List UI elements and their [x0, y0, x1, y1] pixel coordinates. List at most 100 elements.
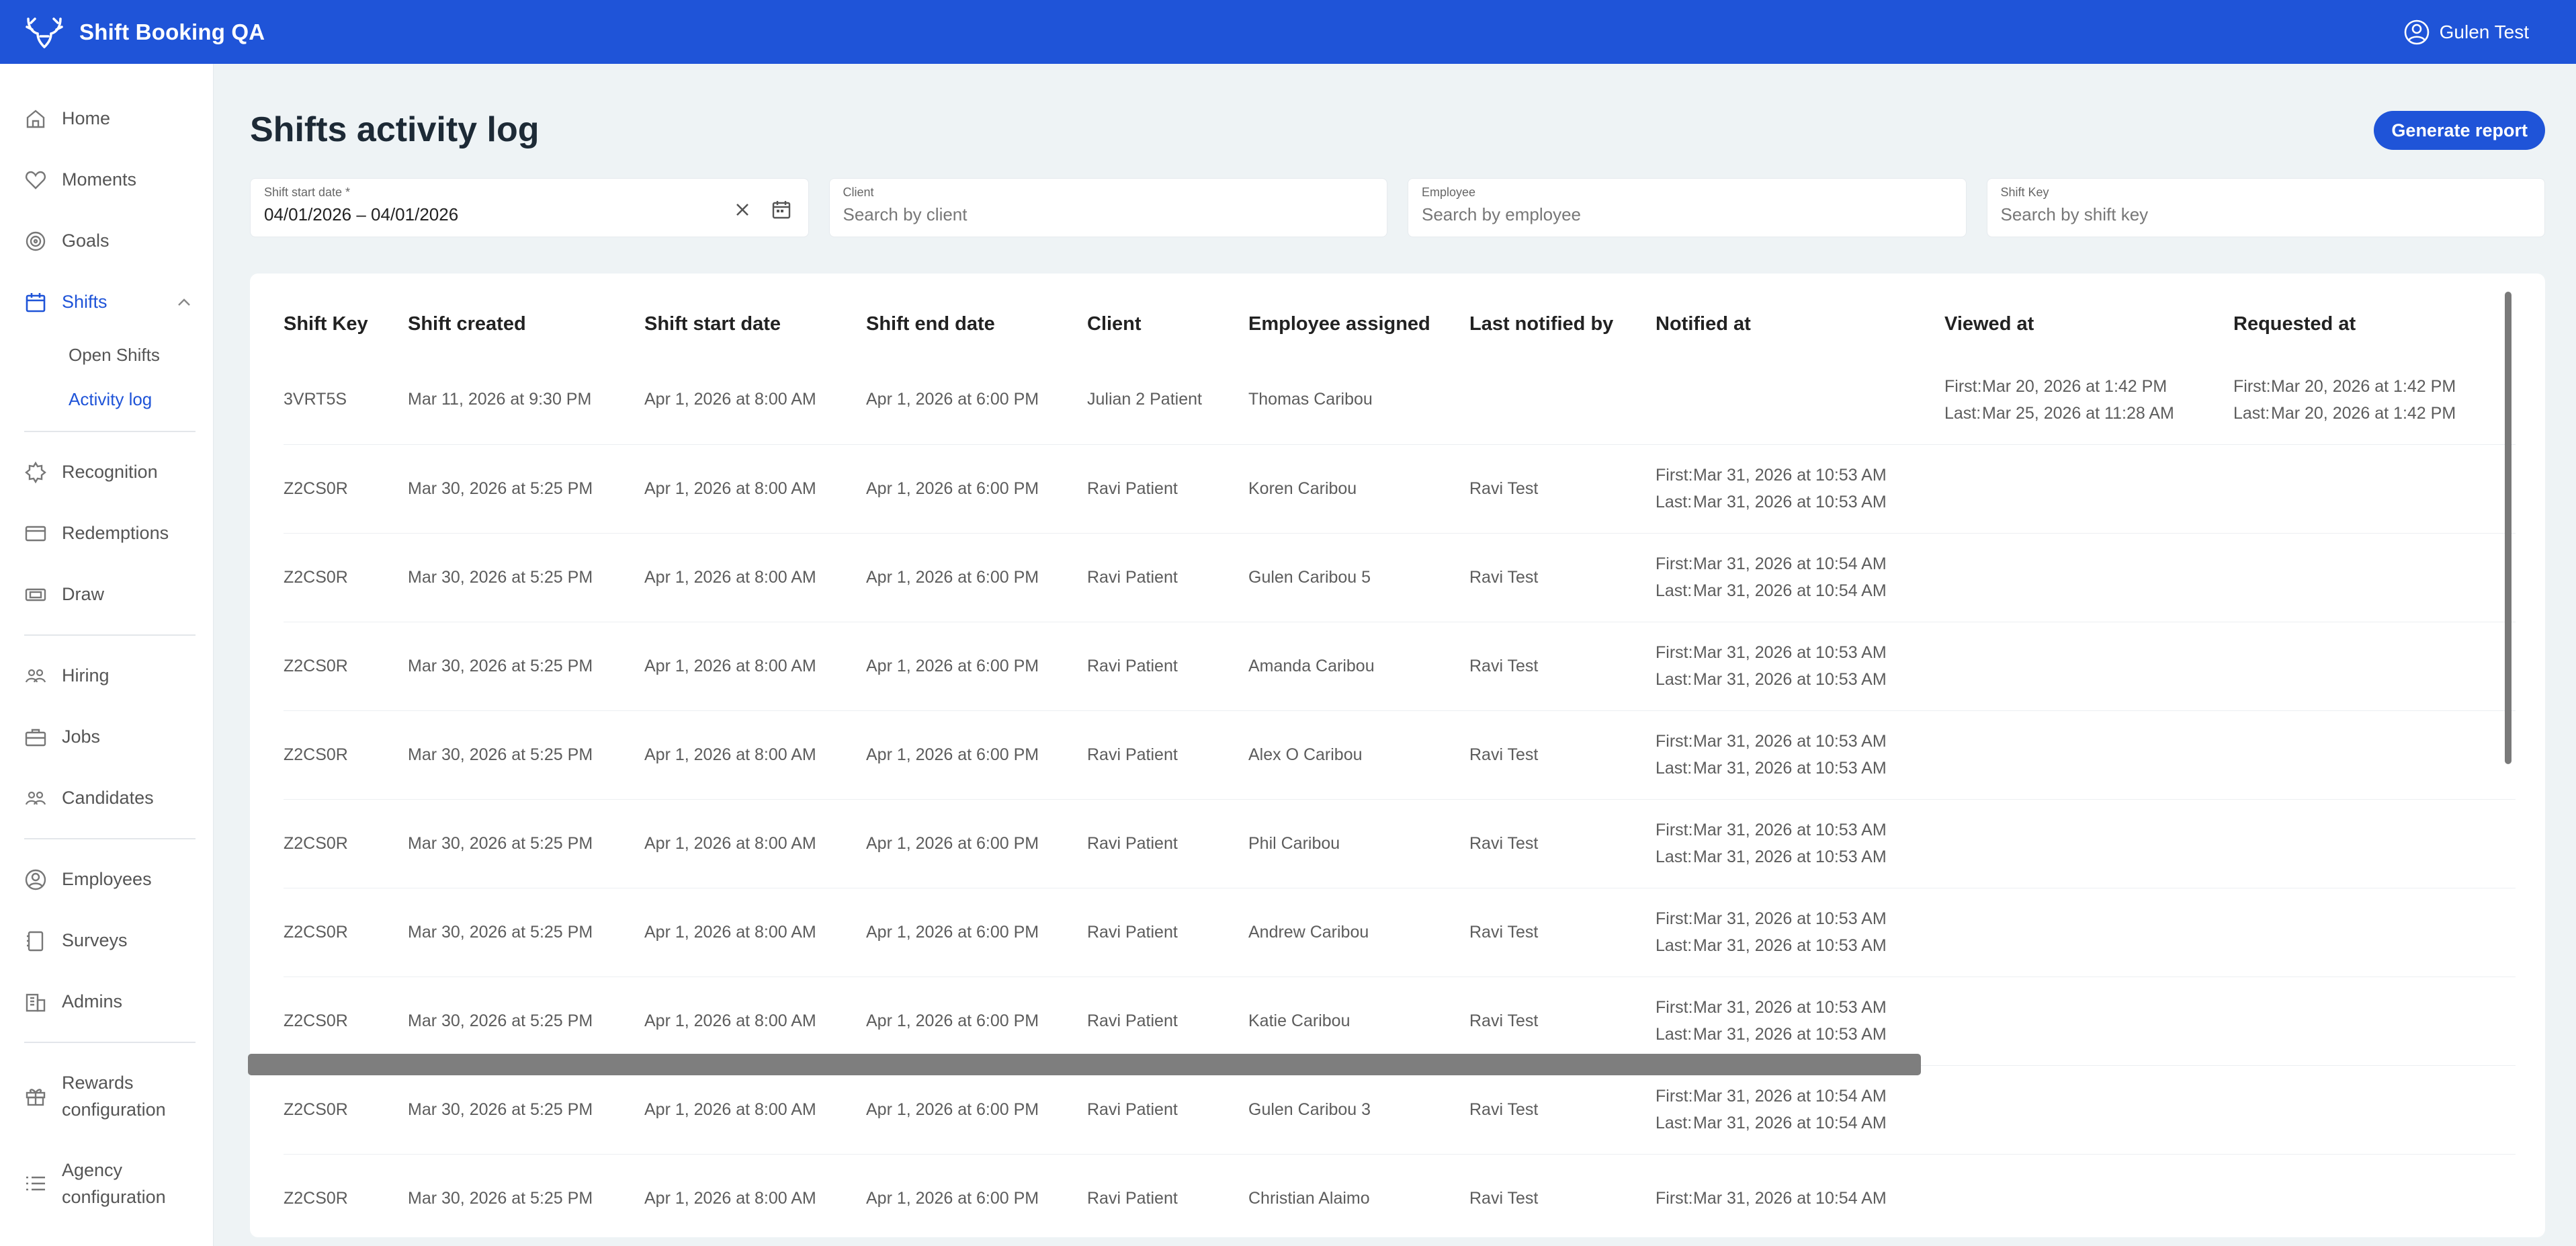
sidebar-item-candidates[interactable]: Candidates [0, 767, 213, 829]
shift-end-cell: Apr 1, 2026 at 6:00 PM [866, 977, 1087, 1066]
column-header-shift-end-date[interactable]: Shift end date [866, 274, 1087, 356]
shift-key-cell: 3VRT5S [284, 356, 408, 445]
sidebar-item-moments[interactable]: Moments [0, 149, 213, 210]
viewed-at-cell [1944, 710, 2233, 800]
column-header-shift-start-date[interactable]: Shift start date [644, 274, 866, 356]
sidebar-item-admins[interactable]: Admins [0, 971, 213, 1032]
notified-at-cell: First:Mar 31, 2026 at 10:53 AM Last:Mar 3… [1656, 977, 1944, 1066]
sidebar-item-label: Employees [62, 869, 152, 889]
field-label: Shift start date * [264, 185, 351, 199]
notified-at-cell [1656, 356, 1944, 445]
sidebar-item-hiring[interactable]: Hiring [0, 645, 213, 706]
shift-key-filter[interactable]: Shift Key Search by shift key [1986, 178, 2545, 237]
notified-at-cell: First:Mar 31, 2026 at 10:53 AM Last:Mar 3… [1656, 622, 1944, 711]
employee-cell: Christian Alaimo [1248, 1154, 1469, 1237]
timestamp-value: Mar 31, 2026 at 10:54 AM [1693, 1114, 1887, 1132]
client-filter[interactable]: Client Search by client [828, 178, 1387, 237]
timestamp-value: Mar 31, 2026 at 10:53 AM [1693, 1025, 1887, 1044]
employee-filter[interactable]: Employee Search by employee [1408, 178, 1967, 237]
timestamp-line: Last:Mar 31, 2026 at 10:54 AM [1656, 1110, 1944, 1136]
sidebar-item-label: Candidates [62, 788, 154, 808]
column-header-viewed-at[interactable]: Viewed at [1944, 274, 2233, 356]
timestamp-label: First: [1944, 376, 1982, 396]
sidebar-item-employees[interactable]: Employees [0, 849, 213, 910]
sidebar-item-label: Hiring [62, 665, 110, 686]
timestamp-label: Last: [1656, 847, 1692, 866]
sidebar-item-goals[interactable]: Goals [0, 210, 213, 272]
sidebar-item-shifts[interactable]: Shifts [0, 272, 213, 333]
column-header-shift-created[interactable]: Shift created [408, 274, 644, 356]
table-row[interactable]: Z2CS0R Mar 30, 2026 at 5:25 PM Apr 1, 2026… [284, 622, 2516, 711]
timestamp-line: First:Mar 20, 2026 at 1:42 PM [2233, 373, 2516, 400]
column-header-requested-at[interactable]: Requested at [2233, 274, 2516, 356]
page-title: Shifts activity log [250, 110, 540, 149]
vertical-scrollbar[interactable] [2505, 292, 2511, 764]
generate-report-button[interactable]: Generate report [2374, 111, 2545, 150]
timestamp-label: Last: [1656, 581, 1692, 600]
sidebar-item-jobs[interactable]: Jobs [0, 706, 213, 767]
column-header-notified-at[interactable]: Notified at [1656, 274, 1944, 356]
employee-cell: Thomas Caribou [1248, 356, 1469, 445]
timestamp-line: First:Mar 31, 2026 at 10:53 AM [1656, 817, 1944, 843]
requested-at-cell [2233, 799, 2516, 888]
client-cell: Ravi Patient [1087, 622, 1248, 711]
sidebar-item-open-shifts[interactable]: Open Shifts [0, 333, 213, 377]
table-row[interactable]: Z2CS0R Mar 30, 2026 at 5:25 PM Apr 1, 2026… [284, 710, 2516, 800]
table-row[interactable]: 3VRT5S Mar 11, 2026 at 9:30 PM Apr 1, 2026… [284, 356, 2516, 445]
sidebar-item-rewards-configuration[interactable]: Rewards configuration [0, 1052, 213, 1140]
column-header-last-notified-by[interactable]: Last notified by [1469, 274, 1656, 356]
table-row[interactable]: Z2CS0R Mar 30, 2026 at 5:25 PM Apr 1, 2026… [284, 533, 2516, 622]
timestamp-value: Mar 31, 2026 at 10:53 AM [1693, 821, 1887, 839]
timestamp-value: Mar 31, 2026 at 10:53 AM [1693, 732, 1887, 751]
horizontal-scrollbar[interactable] [248, 1054, 1921, 1075]
viewed-at-cell [1944, 444, 2233, 534]
client-cell: Ravi Patient [1087, 444, 1248, 534]
column-header-employee-assigned[interactable]: Employee assigned [1248, 274, 1469, 356]
chevron-up-icon[interactable] [174, 292, 194, 313]
timestamp-value: Mar 31, 2026 at 10:53 AM [1693, 759, 1887, 778]
calendar-icon[interactable] [771, 199, 792, 220]
notified-at-cell: First:Mar 31, 2026 at 10:53 AM Last:Mar 3… [1656, 888, 1944, 977]
client-search-input[interactable]: Search by client [843, 204, 968, 225]
heart-icon [26, 171, 46, 190]
brand[interactable]: Shift Booking QA [24, 13, 265, 51]
last-notified-by-cell: Ravi Test [1469, 1154, 1656, 1237]
user-menu[interactable]: Gulen Test [2403, 19, 2529, 46]
timestamp-label: First: [1656, 1087, 1693, 1106]
timestamp-label: First: [1656, 643, 1693, 662]
table-row[interactable]: Z2CS0R Mar 30, 2026 at 5:25 PM Apr 1, 2026… [284, 1154, 2516, 1237]
viewed-at-cell [1944, 1065, 2233, 1155]
shift-start-date-field[interactable]: Shift start date * 04/01/2026 – 04/01/20… [250, 178, 809, 237]
sidebar-item-agency-configuration[interactable]: Agency configuration [0, 1140, 213, 1227]
column-header-client[interactable]: Client [1087, 274, 1248, 356]
sidebar-item-surveys[interactable]: Surveys [0, 910, 213, 971]
table-row[interactable]: Z2CS0R Mar 30, 2026 at 5:25 PM Apr 1, 2026… [284, 977, 2516, 1066]
shift-key-search-input[interactable]: Search by shift key [2001, 204, 2149, 225]
sidebar-item-draw[interactable]: Draw [0, 564, 213, 625]
employee-search-input[interactable]: Search by employee [1422, 204, 1581, 225]
last-notified-by-cell: Ravi Test [1469, 533, 1656, 622]
timestamp-value: Mar 31, 2026 at 10:54 AM [1693, 581, 1887, 600]
activity-table: Shift Key Shift created Shift start date… [284, 274, 2516, 1237]
shift-created-cell: Mar 30, 2026 at 5:25 PM [408, 799, 644, 888]
divider [24, 634, 196, 636]
sidebar-item-home[interactable]: Home [0, 88, 213, 149]
timestamp-line: Last:Mar 31, 2026 at 10:53 AM [1656, 755, 1944, 782]
table-row[interactable]: Z2CS0R Mar 30, 2026 at 5:25 PM Apr 1, 2026… [284, 444, 2516, 534]
viewed-at-cell [1944, 888, 2233, 977]
timestamp-label: First: [1656, 998, 1693, 1017]
last-notified-by-cell: Ravi Test [1469, 710, 1656, 800]
sidebar-item-recognition[interactable]: Recognition [0, 442, 213, 503]
table-row[interactable]: Z2CS0R Mar 30, 2026 at 5:25 PM Apr 1, 2026… [284, 1065, 2516, 1155]
requested-at-cell [2233, 533, 2516, 622]
table-row[interactable]: Z2CS0R Mar 30, 2026 at 5:25 PM Apr 1, 2026… [284, 799, 2516, 888]
employee-cell: Koren Caribou [1248, 444, 1469, 534]
sidebar-item-activity-log[interactable]: Activity log [0, 377, 213, 421]
column-header-shift-key[interactable]: Shift Key [284, 274, 408, 356]
last-notified-by-cell: Ravi Test [1469, 799, 1656, 888]
close-icon[interactable] [732, 199, 753, 220]
shift-end-cell: Apr 1, 2026 at 6:00 PM [866, 888, 1087, 977]
list-icon [26, 1176, 45, 1191]
sidebar-item-redemptions[interactable]: Redemptions [0, 503, 213, 564]
table-row[interactable]: Z2CS0R Mar 30, 2026 at 5:25 PM Apr 1, 2026… [284, 888, 2516, 977]
